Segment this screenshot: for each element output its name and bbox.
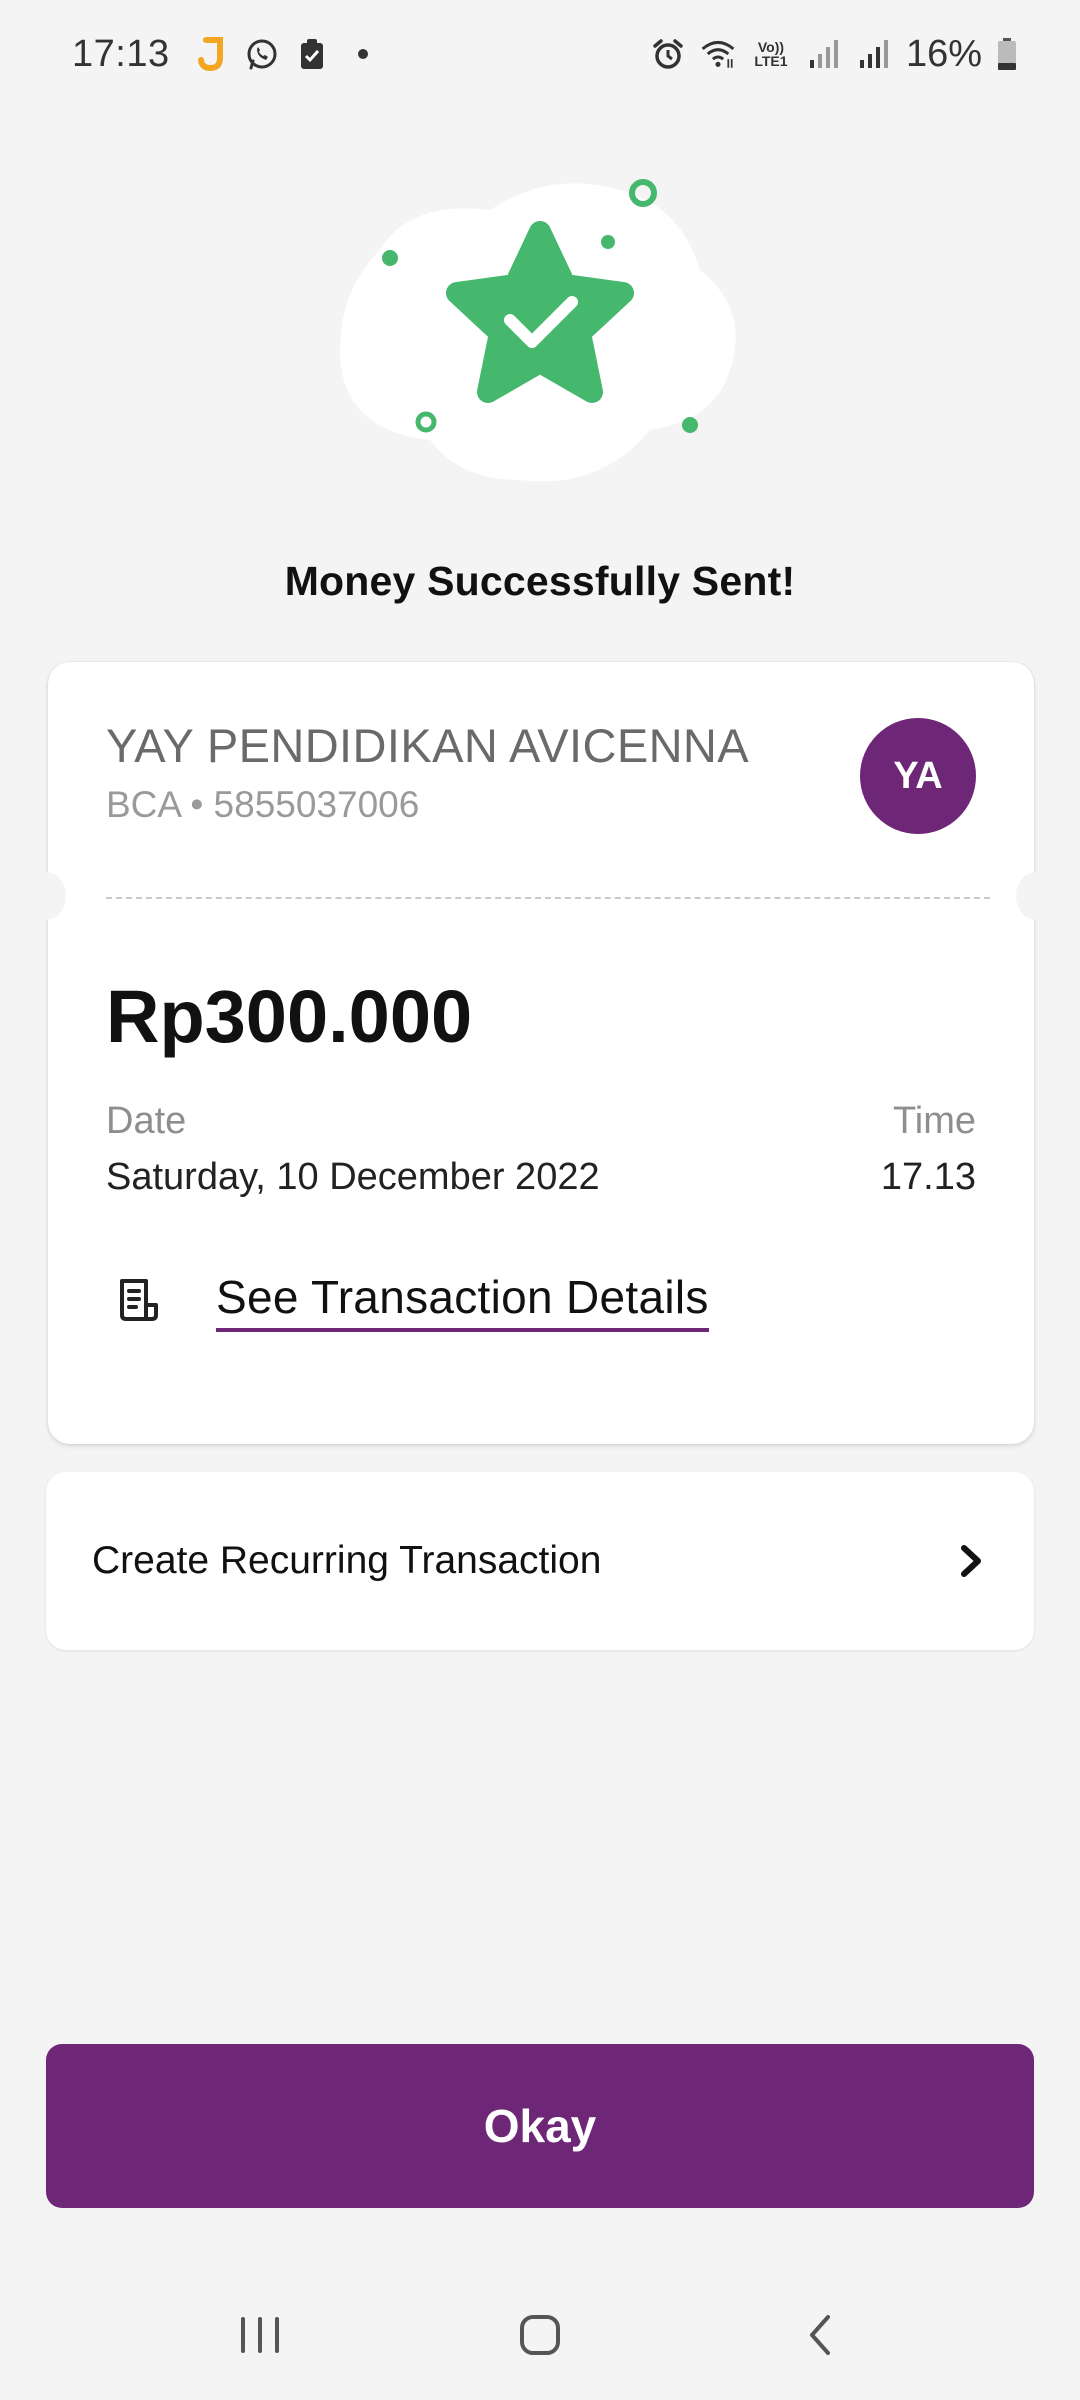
time-label: Time [892, 1100, 976, 1142]
recipient-avatar: YA [860, 718, 976, 834]
recipient-bank-account: BCA • 5855037006 [106, 784, 420, 825]
back-button[interactable] [770, 2295, 870, 2375]
whatsapp-icon [244, 36, 280, 72]
recurring-label: Create Recurring Transaction [92, 1539, 602, 1582]
receipt-card: YAY PENDIDIKAN AVICENNA BCA • 5855037006… [26, 662, 1056, 1444]
receipt-notch-right [1016, 872, 1056, 920]
time-value: 17.13 [880, 1156, 976, 1198]
status-bar-right: Vo)) LTE1 16% [650, 33, 1018, 76]
recent-apps-button[interactable] [210, 2295, 310, 2375]
status-time: 17:13 [72, 32, 170, 75]
home-button[interactable] [490, 2295, 590, 2375]
see-transaction-details-link[interactable]: See Transaction Details [112, 1266, 709, 1336]
volte-bottom-label: LTE1 [754, 53, 788, 69]
success-illustration [320, 160, 760, 500]
clipboard-icon [294, 36, 330, 72]
signal-icon [856, 36, 892, 72]
back-icon [810, 2315, 830, 2355]
create-recurring-transaction-button[interactable]: Create Recurring Transaction [46, 1472, 1034, 1650]
see-transaction-details-label: See Transaction Details [216, 1270, 709, 1332]
battery-icon [996, 36, 1018, 72]
chevron-right-icon [950, 1541, 990, 1581]
signal-icon [806, 36, 842, 72]
volte-top-label: Vo)) [757, 39, 785, 55]
receipt-notch-left [26, 872, 66, 920]
confetti-dot [682, 417, 698, 433]
wifi-icon [700, 36, 736, 72]
dashed-divider [106, 897, 990, 899]
success-title: Money Successfully Sent! [284, 558, 796, 604]
notification-dot [357, 49, 368, 59]
recipient-name: YAY PENDIDIKAN AVICENNA [106, 719, 750, 772]
confetti-dot [601, 235, 615, 249]
battery-percent: 16% [905, 32, 982, 75]
avatar-initials: YA [893, 754, 943, 797]
okay-button[interactable]: Okay [46, 2044, 1034, 2208]
status-bar: 17:13 Vo)) LTE1 16% [0, 0, 1080, 108]
receipt-icon [112, 1275, 164, 1327]
transfer-success-screen: 17:13 Vo)) LTE1 16% Money Successfully S… [0, 0, 1080, 2400]
date-value: Saturday, 10 December 2022 [106, 1156, 600, 1198]
recent-apps-icon [241, 2317, 279, 2353]
confetti-dot [382, 250, 398, 266]
date-label: Date [106, 1100, 187, 1142]
system-nav-bar [0, 2270, 1080, 2400]
volte-icon: Vo)) LTE1 [750, 36, 792, 72]
home-icon [520, 2315, 560, 2355]
alarm-icon [650, 36, 686, 72]
transfer-amount: Rp300.000 [106, 975, 473, 1058]
status-bar-left: 17:13 [72, 33, 368, 76]
jago-app-icon [194, 36, 230, 72]
